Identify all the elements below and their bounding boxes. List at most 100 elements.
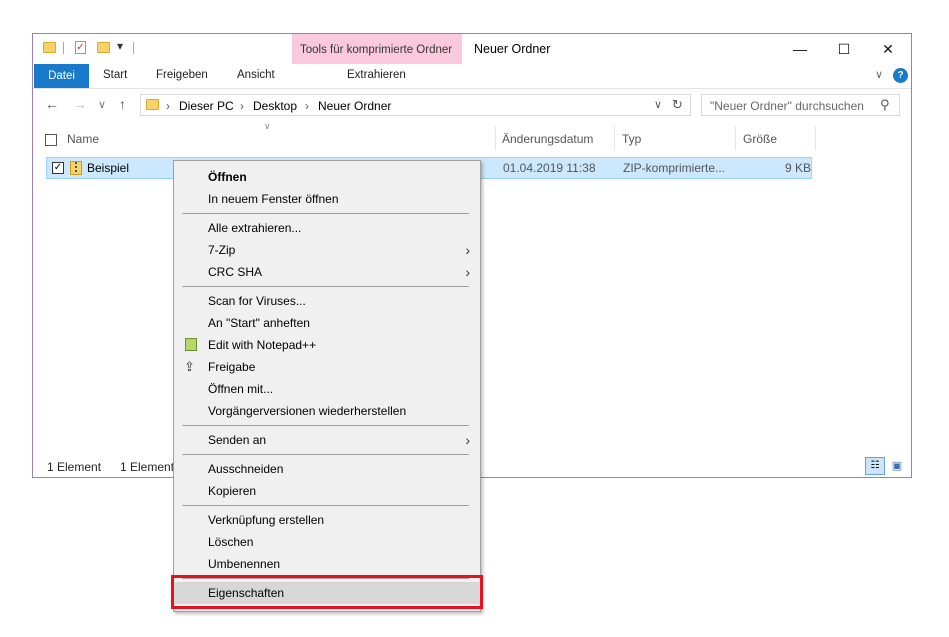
menu-item-label: Öffnen mit...	[208, 382, 274, 396]
window-title: Neuer Ordner	[474, 42, 551, 56]
column-name[interactable]: Name	[67, 132, 99, 146]
menu-item-label: Verknüpfung erstellen	[208, 513, 325, 527]
menu-item-restore-versions[interactable]: Vorgängerversionen wiederherstellen	[174, 400, 480, 422]
status-selected-count: 1 Element	[120, 460, 175, 474]
folder-icon	[146, 99, 159, 110]
tab-ansicht[interactable]: Ansicht	[237, 69, 275, 81]
folder-icon	[43, 42, 56, 53]
toolbar-divider	[63, 42, 64, 54]
menu-separator	[182, 454, 469, 455]
menu-item-label: Löschen	[208, 535, 254, 549]
column-size[interactable]: Größe	[743, 132, 777, 146]
menu-item-edit-notepad[interactable]: Edit with Notepad++	[174, 334, 480, 356]
column-divider	[495, 126, 496, 150]
sort-indicator-icon: ∨	[264, 121, 271, 131]
column-type[interactable]: Typ	[622, 132, 641, 146]
tab-start[interactable]: Start	[103, 69, 127, 81]
tab-freigeben[interactable]: Freigeben	[156, 69, 208, 81]
menu-separator	[182, 213, 469, 214]
menu-item-label: An "Start" anheften	[208, 316, 310, 330]
search-icon[interactable]: ⚲	[880, 97, 890, 113]
menu-item-send-to[interactable]: Senden an ›	[174, 429, 480, 451]
submenu-arrow-icon: ›	[465, 432, 470, 448]
file-size: 9 KB	[785, 161, 812, 175]
submenu-arrow-icon: ›	[465, 242, 470, 258]
menu-item-label: Kopieren	[208, 484, 257, 498]
address-dropdown-icon[interactable]: ∨	[654, 98, 662, 111]
menu-item-label: Öffnen	[208, 170, 247, 184]
menu-item-create-shortcut[interactable]: Verknüpfung erstellen	[174, 509, 480, 531]
menu-item-crc-sha[interactable]: CRC SHA ›	[174, 261, 480, 283]
refresh-icon[interactable]: ↻	[672, 97, 683, 113]
menu-item-open-with[interactable]: Öffnen mit...	[174, 378, 480, 400]
toolbar-divider	[133, 42, 134, 54]
menu-item-open-new-window[interactable]: In neuem Fenster öffnen	[174, 188, 480, 210]
menu-item-rename[interactable]: Umbenennen	[174, 553, 480, 575]
new-folder-icon[interactable]	[97, 42, 110, 53]
up-button[interactable]: ↑	[119, 96, 126, 112]
notepad-plus-plus-icon	[185, 338, 197, 351]
breadcrumb-neuer-ordner[interactable]: Neuer Ordner	[318, 99, 391, 113]
menu-item-label: Scan for Viruses...	[208, 294, 306, 308]
menu-separator	[182, 425, 469, 426]
breadcrumb-desktop[interactable]: Desktop	[253, 99, 297, 113]
menu-item-scan-viruses[interactable]: Scan for Viruses...	[174, 290, 480, 312]
menu-item-label: Freigabe	[208, 360, 256, 374]
forward-button[interactable]: →	[73, 96, 87, 112]
highlight-box	[171, 575, 483, 609]
share-icon: ⇪	[184, 359, 195, 374]
maximize-button[interactable]: ☐	[821, 38, 867, 60]
close-button[interactable]: ✕	[865, 38, 911, 60]
search-box[interactable]: "Neuer Ordner" durchsuchen ⚲	[701, 94, 900, 116]
tab-datei[interactable]: Datei	[34, 64, 89, 88]
menu-item-extract-all[interactable]: Alle extrahieren...	[174, 217, 480, 239]
select-all-checkbox[interactable]	[45, 134, 57, 146]
menu-item-label: Senden an	[208, 433, 267, 447]
submenu-arrow-icon: ›	[465, 264, 470, 280]
menu-item-cut[interactable]: Ausschneiden	[174, 458, 480, 480]
menu-item-label: 7-Zip	[208, 243, 236, 257]
large-icons-view-icon[interactable]: ▣	[889, 458, 905, 474]
context-menu: Öffnen In neuem Fenster öffnen Alle extr…	[173, 160, 481, 612]
tab-extrahieren[interactable]: Extrahieren	[347, 69, 406, 81]
menu-item-label: Ausschneiden	[208, 462, 284, 476]
menu-separator	[182, 286, 469, 287]
menu-item-pin-start[interactable]: An "Start" anheften	[174, 312, 480, 334]
menu-item-label: Alle extrahieren...	[208, 221, 302, 235]
address-bar[interactable]: › Dieser PC › Desktop › Neuer Ordner ∨ ↻	[140, 94, 691, 116]
help-icon[interactable]: ?	[893, 68, 908, 83]
minimize-button[interactable]: —	[777, 38, 823, 60]
file-type: ZIP-komprimierte...	[623, 161, 726, 175]
breadcrumb-separator: ›	[240, 99, 244, 113]
row-checkbox[interactable]: ✓	[52, 162, 64, 174]
menu-item-copy[interactable]: Kopieren	[174, 480, 480, 502]
menu-item-label: CRC SHA	[208, 265, 263, 279]
column-divider	[815, 126, 816, 150]
menu-item-open[interactable]: Öffnen	[174, 166, 480, 188]
menu-item-share[interactable]: ⇪ Freigabe	[174, 356, 480, 378]
menu-item-delete[interactable]: Löschen	[174, 531, 480, 553]
menu-item-7zip[interactable]: 7-Zip ›	[174, 239, 480, 261]
customize-toolbar-icon[interactable]: ▾	[117, 39, 123, 53]
back-button[interactable]: ←	[45, 96, 59, 112]
file-name[interactable]: Beispiel	[87, 161, 129, 175]
menu-item-label: In neuem Fenster öffnen	[208, 192, 339, 206]
zip-zipper-icon	[75, 162, 77, 172]
menu-item-label: Edit with Notepad++	[208, 338, 317, 352]
column-divider	[614, 126, 615, 150]
menu-separator	[182, 505, 469, 506]
context-tab-title: Tools für komprimierte Ordner	[300, 44, 453, 56]
search-input[interactable]: "Neuer Ordner" durchsuchen	[710, 99, 864, 113]
recent-locations-icon[interactable]: ∨	[98, 98, 106, 111]
breadcrumb-dieser-pc[interactable]: Dieser PC	[179, 99, 234, 113]
menu-item-label: Umbenennen	[208, 557, 281, 571]
details-view-icon[interactable]: ☷	[865, 457, 885, 475]
menu-item-label: Vorgängerversionen wiederherstellen	[208, 404, 407, 418]
status-item-count: 1 Element	[47, 460, 102, 474]
expand-ribbon-icon[interactable]: ∨	[875, 68, 883, 81]
file-date: 01.04.2019 11:38	[503, 161, 596, 175]
column-divider	[735, 126, 736, 150]
breadcrumb-separator: ›	[305, 99, 309, 113]
column-date[interactable]: Änderungsdatum	[502, 132, 593, 146]
properties-icon[interactable]: ✓	[75, 41, 86, 54]
